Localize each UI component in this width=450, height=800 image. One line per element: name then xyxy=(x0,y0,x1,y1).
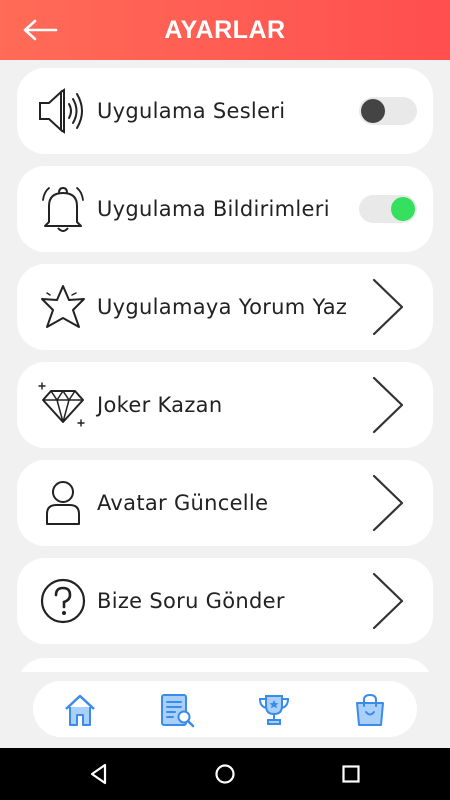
settings-item-label: Uygulama Bildirimleri xyxy=(97,197,330,221)
settings-item-label: Joker Kazan xyxy=(97,393,223,417)
app-header: AYARLAR xyxy=(0,0,450,60)
settings-item-avatar[interactable]: Avatar Güncelle xyxy=(17,460,433,546)
bell-icon xyxy=(37,183,89,235)
settings-item-review[interactable]: Uygulamaya Yorum Yaz xyxy=(17,264,433,350)
settings-item-notifications[interactable]: Uygulama Bildirimleri xyxy=(17,166,433,252)
settings-item-label: Bize Soru Gönder xyxy=(97,589,285,613)
toggle-knob xyxy=(391,197,415,221)
back-triangle-icon[interactable] xyxy=(86,761,112,787)
speaker-icon xyxy=(37,85,89,137)
settings-item-joker[interactable]: Joker Kazan xyxy=(17,362,433,448)
arrow-left-icon xyxy=(23,19,58,41)
trophy-icon xyxy=(258,695,290,725)
sounds-toggle[interactable] xyxy=(359,97,417,125)
settings-item-partial[interactable] xyxy=(17,658,433,672)
home-icon xyxy=(65,694,95,726)
settings-item-label: Uygulama Sesleri xyxy=(97,99,286,123)
nav-home[interactable] xyxy=(61,691,99,729)
chevron-right-icon[interactable] xyxy=(371,278,405,336)
user-icon xyxy=(37,477,89,529)
diamond-icon xyxy=(37,379,89,431)
home-circle-icon[interactable] xyxy=(212,761,238,787)
shopping-bag-icon xyxy=(356,693,384,726)
back-button[interactable] xyxy=(20,14,60,46)
chevron-right-icon[interactable] xyxy=(371,376,405,434)
settings-item-label: Avatar Güncelle xyxy=(97,491,269,515)
notifications-toggle[interactable] xyxy=(359,195,417,223)
chevron-right-icon[interactable] xyxy=(371,572,405,630)
settings-item-label: Uygulamaya Yorum Yaz xyxy=(97,295,348,319)
system-nav-bar xyxy=(0,748,450,800)
settings-item-sounds[interactable]: Uygulama Sesleri xyxy=(17,68,433,154)
recents-square-icon[interactable] xyxy=(338,761,364,787)
page-title: AYARLAR xyxy=(164,15,286,44)
nav-trophy[interactable] xyxy=(255,691,293,729)
bottom-nav xyxy=(33,681,417,737)
star-icon xyxy=(37,281,89,333)
toggle-knob xyxy=(361,99,385,123)
settings-item-question[interactable]: Bize Soru Gönder xyxy=(17,558,433,644)
search-list-icon xyxy=(161,694,195,728)
nav-shop[interactable] xyxy=(351,691,389,729)
chevron-right-icon[interactable] xyxy=(371,474,405,532)
settings-list: Uygulama Sesleri Uygulama Bildirimleri U… xyxy=(0,60,450,672)
nav-search-list[interactable] xyxy=(158,691,196,729)
question-icon xyxy=(37,575,89,627)
